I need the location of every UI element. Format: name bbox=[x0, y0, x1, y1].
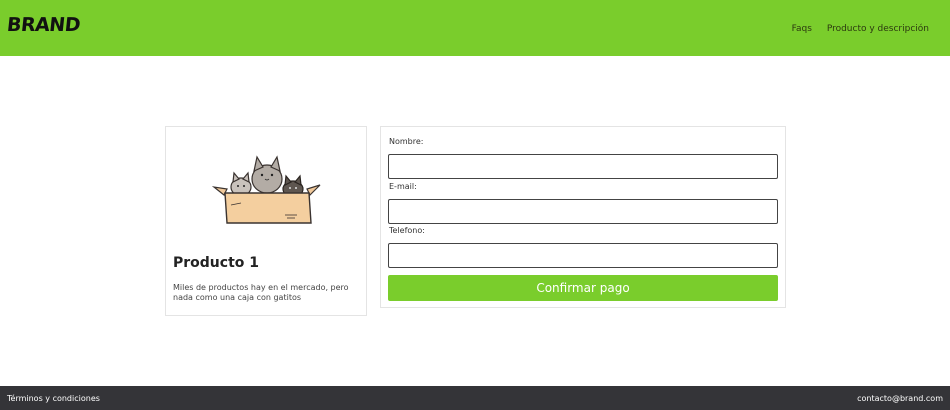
product-title: Producto 1 bbox=[173, 255, 259, 271]
phone-label: Telefono: bbox=[389, 226, 425, 235]
email-input[interactable] bbox=[388, 199, 778, 224]
confirm-payment-button[interactable]: Confirmar pago bbox=[388, 275, 778, 301]
top-navbar: BRAND Faqs Producto y descripción bbox=[0, 0, 950, 56]
name-input[interactable] bbox=[388, 154, 778, 179]
contact-email: contacto@brand.com bbox=[857, 394, 943, 403]
nav-link-faqs[interactable]: Faqs bbox=[792, 24, 812, 34]
terms-link[interactable]: Términos y condiciones bbox=[7, 394, 100, 403]
cats-in-box-illustration bbox=[211, 155, 321, 224]
product-description: Miles de productos hay en el mercado, pe… bbox=[173, 283, 349, 302]
phone-input[interactable] bbox=[388, 243, 778, 268]
email-label: E-mail: bbox=[389, 182, 417, 191]
payment-form: Nombre: E-mail: Telefono: Confirmar pago bbox=[380, 126, 786, 308]
product-card: Producto 1 Miles de productos hay en el … bbox=[165, 126, 367, 316]
nav-menu: Faqs Producto y descripción bbox=[780, 24, 929, 34]
name-label: Nombre: bbox=[389, 137, 424, 146]
brand-logo[interactable]: BRAND bbox=[6, 14, 81, 36]
footer: Términos y condiciones contacto@brand.co… bbox=[0, 386, 950, 410]
nav-link-producto[interactable]: Producto y descripción bbox=[827, 24, 929, 34]
